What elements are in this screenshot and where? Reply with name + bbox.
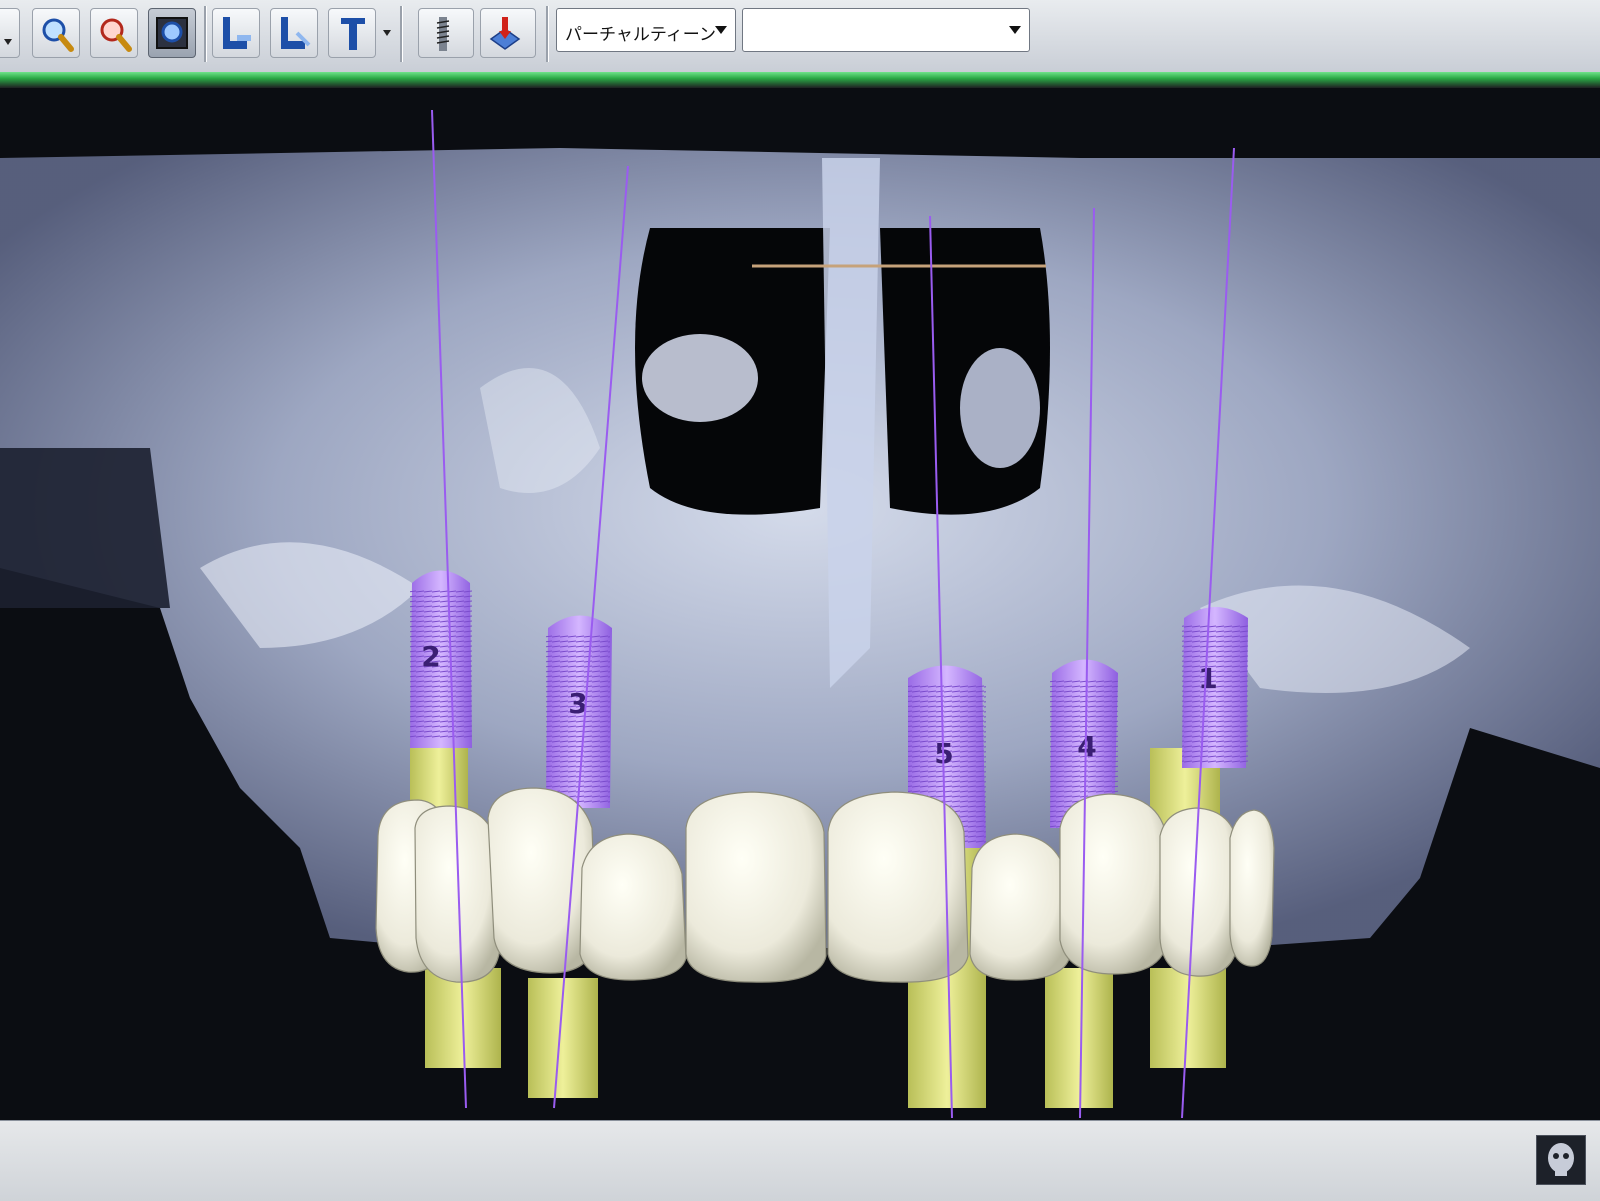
implant-1[interactable]: 1 xyxy=(1182,607,1248,768)
tooth-type-select[interactable]: パーチャルティーン xyxy=(556,8,736,52)
skull-thumbnail-icon xyxy=(1537,1136,1585,1184)
3d-viewport[interactable]: 2 3 5 4 1 xyxy=(0,88,1600,1120)
delete-implant-button[interactable] xyxy=(480,8,536,58)
tooth-type-value: パーチャルティーン xyxy=(565,25,716,45)
chevron-down-icon xyxy=(1001,9,1029,51)
zoom-fit-icon xyxy=(156,17,188,49)
implant-tool-dropdown[interactable] xyxy=(380,8,394,58)
implant-angle-button[interactable] xyxy=(270,8,318,58)
zoom-out-icon xyxy=(100,18,132,52)
implant-label-4: 4 xyxy=(1077,730,1096,763)
delete-implant-icon xyxy=(489,17,521,50)
zoom-out-button[interactable] xyxy=(90,8,138,58)
secondary-select[interactable] xyxy=(742,8,1030,52)
zoom-in-icon xyxy=(42,18,74,52)
chevron-down-icon xyxy=(707,9,735,51)
implant-tool-button[interactable] xyxy=(328,8,376,58)
zoom-fit-button[interactable] xyxy=(148,8,196,58)
toolbar-combo-cutoff[interactable] xyxy=(0,8,20,58)
status-bar xyxy=(0,1120,1600,1201)
implant-2[interactable]: 2 xyxy=(410,570,472,749)
implant-place-button[interactable] xyxy=(212,8,260,58)
implant-place-icon xyxy=(223,17,251,49)
screw-icon xyxy=(436,17,450,51)
skull-thumbnail-button[interactable] xyxy=(1536,1135,1586,1185)
screw-button[interactable] xyxy=(418,8,474,58)
implant-label-1: 1 xyxy=(1198,662,1217,695)
zoom-in-button[interactable] xyxy=(32,8,80,58)
ct-render: 2 3 5 4 1 xyxy=(0,109,1600,1119)
implant-tool-icon xyxy=(341,18,365,50)
implant-label-2: 2 xyxy=(421,640,440,673)
viewport-border xyxy=(0,72,1600,88)
implant-angle-icon xyxy=(281,17,311,49)
toolbar: パーチャルティーン xyxy=(0,0,1600,73)
